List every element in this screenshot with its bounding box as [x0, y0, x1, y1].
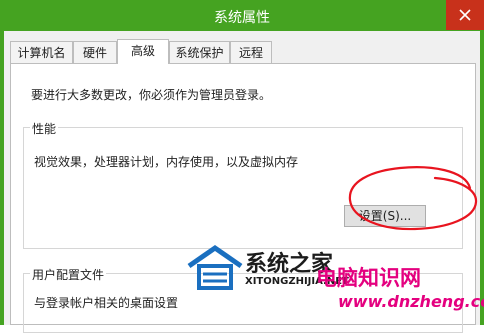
tab-computer-name[interactable]: 计算机名	[10, 41, 73, 63]
watermark-site-name: 电脑知识网	[316, 266, 421, 290]
admin-notice: 要进行大多数更改，你必须作为管理员登录。	[31, 88, 272, 102]
tab-system-protection[interactable]: 系统保护	[169, 41, 230, 63]
close-icon	[459, 9, 471, 21]
tab-remote[interactable]: 远程	[230, 41, 272, 63]
tab-advanced[interactable]: 高级	[117, 39, 169, 64]
watermark-site-url: www.dnzheng.com	[338, 292, 484, 311]
user-profiles-description: 与登录帐户相关的桌面设置	[34, 296, 179, 310]
title-bar[interactable]: 系统属性	[0, 0, 484, 31]
window-title: 系统属性	[214, 10, 270, 26]
house-logo-icon	[187, 244, 243, 290]
red-annotation-circle	[348, 166, 478, 231]
performance-title: 性能	[30, 120, 59, 137]
close-button[interactable]	[446, 0, 484, 30]
tab-hardware[interactable]: 硬件	[73, 41, 117, 63]
performance-description: 视觉效果，处理器计划，内存使用，以及虚拟内存	[34, 155, 299, 169]
user-profiles-title: 用户配置文件	[30, 266, 107, 283]
